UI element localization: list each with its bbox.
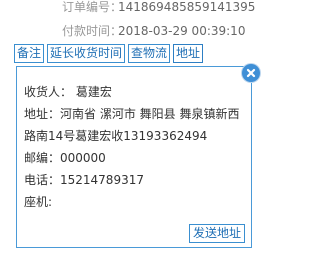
landline-text: 座机:: [24, 195, 53, 209]
close-icon[interactable]: [242, 64, 260, 82]
order-number-label: 订单编号：: [62, 0, 123, 14]
check-logistics-button[interactable]: 查物流: [128, 44, 171, 63]
postcode-text: 邮编：000000: [24, 151, 106, 165]
address-button[interactable]: 地址: [173, 44, 204, 63]
order-action-buttons: 备注 延长收货时间 查物流 地址: [14, 44, 206, 64]
payment-time-line: 付款时间：2018-03-29 00:39:10: [62, 24, 245, 38]
order-number-line: 订单编号：141869485859141395: [62, 0, 255, 14]
address-popup: 收货人： 葛建宏 地址：河南省 漯河市 舞阳县 舞泉镇新西路南14号葛建宏收13…: [16, 66, 252, 248]
payment-time-value: 2018-03-29 00:39:10: [118, 24, 246, 38]
address-details: 收货人： 葛建宏 地址：河南省 漯河市 舞阳县 舞泉镇新西路南14号葛建宏收13…: [24, 81, 248, 213]
payment-time-label: 付款时间：: [62, 24, 123, 38]
order-number-value: 141869485859141395: [118, 0, 256, 14]
phone-text: 电话：15214789317: [24, 173, 144, 187]
remark-button[interactable]: 备注: [14, 44, 45, 63]
address-text: 地址：河南省 漯河市 舞阳县 舞泉镇新西路南14号葛建宏收13193362494: [24, 107, 240, 143]
extend-receipt-button[interactable]: 延长收货时间: [47, 44, 126, 63]
send-address-button[interactable]: 发送地址: [188, 224, 245, 243]
receiver-text: 收货人： 葛建宏: [24, 85, 112, 99]
close-x-glyph: [246, 68, 256, 78]
